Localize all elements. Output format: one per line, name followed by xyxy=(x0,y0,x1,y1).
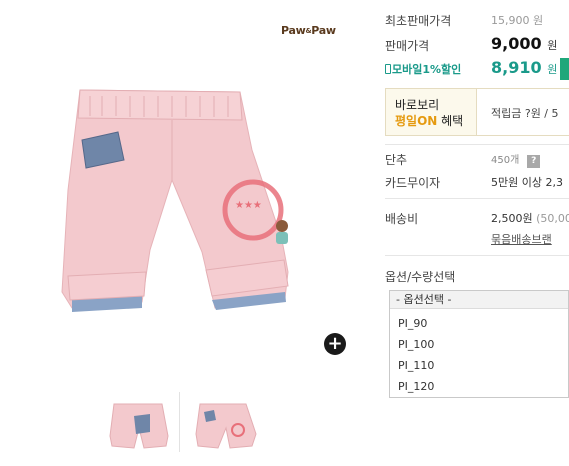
mobile-phone-icon xyxy=(385,64,391,74)
product-main-image[interactable]: ★★★ xyxy=(20,40,350,340)
points-box: 적립금 ?원 / 5 xyxy=(476,89,569,135)
option-item[interactable]: PI_90 xyxy=(398,317,427,330)
thumb-divider xyxy=(179,392,180,452)
mobile-discount-label: 모바일1%할인 xyxy=(385,63,461,76)
options-label: 옵션/수량선택 xyxy=(385,270,456,284)
divider xyxy=(385,255,569,256)
sale-price-value: 9,000 원 xyxy=(491,34,558,53)
thumbnail-back[interactable] xyxy=(188,386,266,458)
option-select-list[interactable]: - 옵션선택 - PI_90 PI_100 PI_110 PI_120 xyxy=(389,290,569,398)
shipping-row: 배송비 2,500원 (50,00 xyxy=(385,210,569,227)
mobile-price-value: 8,910 원 xyxy=(491,58,558,77)
option-item[interactable]: PI_100 xyxy=(398,338,434,351)
shipping-label: 배송비 xyxy=(385,212,419,226)
original-price-row: 최초판매가격 15,900 원 xyxy=(385,12,543,29)
option-item[interactable]: PI_120 xyxy=(398,380,434,393)
shipping-value: 2,500원 (50,00 xyxy=(491,212,569,225)
divider xyxy=(385,144,569,145)
thumbnail-front[interactable] xyxy=(100,386,178,458)
zoom-icon[interactable]: + xyxy=(324,333,346,355)
promo-banner[interactable]: 바로보리 평일ON 혜택 적립금 ?원 / 5 xyxy=(385,88,569,136)
product-info-panel: 최초판매가격 15,900 원 판매가격 9,000 원 모바일1%할인 8,9… xyxy=(385,0,569,466)
help-icon[interactable]: ? xyxy=(527,155,541,168)
stock-label: 단추 xyxy=(385,153,408,167)
bundle-shipping-link[interactable]: 묶음배송브랜 xyxy=(491,231,552,247)
brand-logo: Paw&Paw xyxy=(281,24,336,37)
svg-text:★★★: ★★★ xyxy=(235,200,262,211)
stock-row: 단추 450개? xyxy=(385,151,541,168)
mobile-discount-row: 모바일1%할인 8,910 원 xyxy=(385,58,557,77)
thumbnail-front-image xyxy=(109,403,169,449)
product-gallery: Paw&Paw ★★★ + xyxy=(0,0,365,466)
card-installment-label: 카드무이자 xyxy=(385,176,441,190)
sale-price-label: 판매가격 xyxy=(385,39,430,53)
original-price-label: 최초판매가격 xyxy=(385,14,452,28)
promo-text: 바로보리 평일ON 혜택 xyxy=(395,98,464,128)
option-placeholder[interactable]: - 옵션선택 - xyxy=(390,291,568,309)
option-item[interactable]: PI_110 xyxy=(398,359,434,372)
card-installment-value: 5만원 이상 2,3 xyxy=(491,176,563,189)
divider xyxy=(385,198,569,199)
thumbnail-back-image xyxy=(195,403,257,449)
sale-price-row: 판매가격 9,000 원 xyxy=(385,34,557,54)
side-tab[interactable] xyxy=(560,58,569,80)
card-installment-row: 카드무이자 5만원 이상 2,3 xyxy=(385,174,563,191)
stock-value: 450개? xyxy=(491,151,541,168)
original-price-value: 15,900 원 xyxy=(491,14,544,27)
